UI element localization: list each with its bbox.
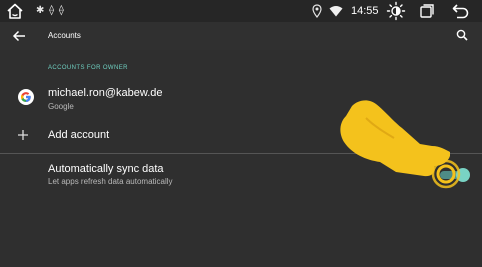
- account-row-google[interactable]: michael.ron@kabew.de Google: [0, 82, 482, 114]
- status-bar: ✱ ⟠ ⟠ 14:55: [0, 0, 482, 22]
- location-icon: [312, 4, 322, 18]
- status-time: 14:55: [351, 5, 379, 17]
- add-account-label: Add account: [48, 129, 110, 141]
- google-icon: [18, 89, 34, 105]
- divider: [0, 153, 482, 154]
- section-header: ACCOUNTS FOR OWNER: [48, 65, 128, 71]
- account-type: Google: [48, 102, 74, 111]
- notification-icons: ✱ ⟠ ⟠: [36, 5, 65, 16]
- plus-icon: [18, 130, 28, 140]
- system-back-icon[interactable]: [452, 3, 470, 19]
- toggle-thumb: [456, 168, 470, 182]
- app-bar: Accounts: [0, 22, 482, 50]
- recent-apps-icon[interactable]: [420, 4, 434, 18]
- auto-sync-row[interactable]: Automatically sync data Let apps refresh…: [0, 158, 482, 192]
- page-title: Accounts: [48, 31, 81, 40]
- add-account-row[interactable]: Add account: [0, 124, 482, 150]
- search-icon[interactable]: [456, 29, 468, 41]
- wifi-icon: [329, 6, 343, 17]
- auto-sync-title: Automatically sync data: [48, 163, 164, 175]
- home-icon[interactable]: [6, 2, 24, 20]
- auto-sync-toggle[interactable]: [436, 168, 470, 182]
- auto-sync-subtitle: Let apps refresh data automatically: [48, 177, 173, 186]
- back-arrow-icon[interactable]: [12, 30, 26, 42]
- account-email: michael.ron@kabew.de: [48, 87, 163, 99]
- android-settings-screen: ✱ ⟠ ⟠ 14:55 Accounts ACCOUNTS FOR OWNER …: [0, 0, 482, 267]
- brightness-icon[interactable]: [386, 1, 406, 21]
